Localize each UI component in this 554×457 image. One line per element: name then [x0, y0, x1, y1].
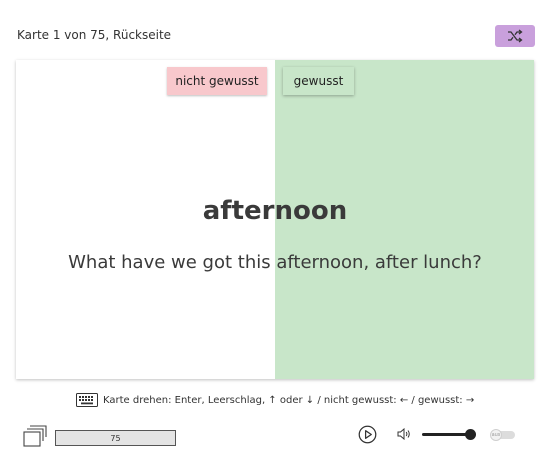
keyboard-icon: [76, 393, 98, 407]
card-status: Karte 1 von 75, Rückseite: [17, 28, 172, 42]
keyboard-hint: Karte drehen: Enter, Leerschlag, ↑ oder …: [76, 393, 474, 407]
card-word: afternoon: [202, 196, 348, 226]
card-sentence: What have we got this afternoon, after l…: [68, 252, 482, 273]
card-stack-icon: [23, 425, 47, 447]
hint-text: Karte drehen: Enter, Leerschlag, ↑ oder …: [103, 394, 475, 406]
volume-icon[interactable]: [397, 428, 411, 440]
known-button[interactable]: gewusst: [283, 67, 354, 95]
flashcard[interactable]: nicht gewusst gewusst afternoon What hav…: [16, 60, 534, 379]
not-known-button[interactable]: nicht gewusst: [167, 67, 267, 95]
shuffle-button[interactable]: [495, 25, 535, 47]
progress-counter: 75: [55, 430, 176, 446]
toggle-switch[interactable]: aus: [490, 429, 516, 441]
toggle-knob: aus: [490, 429, 502, 441]
play-icon[interactable]: [358, 425, 377, 444]
shuffle-icon: [508, 29, 523, 43]
volume-slider[interactable]: [422, 429, 476, 441]
volume-slider-thumb[interactable]: [465, 429, 476, 440]
